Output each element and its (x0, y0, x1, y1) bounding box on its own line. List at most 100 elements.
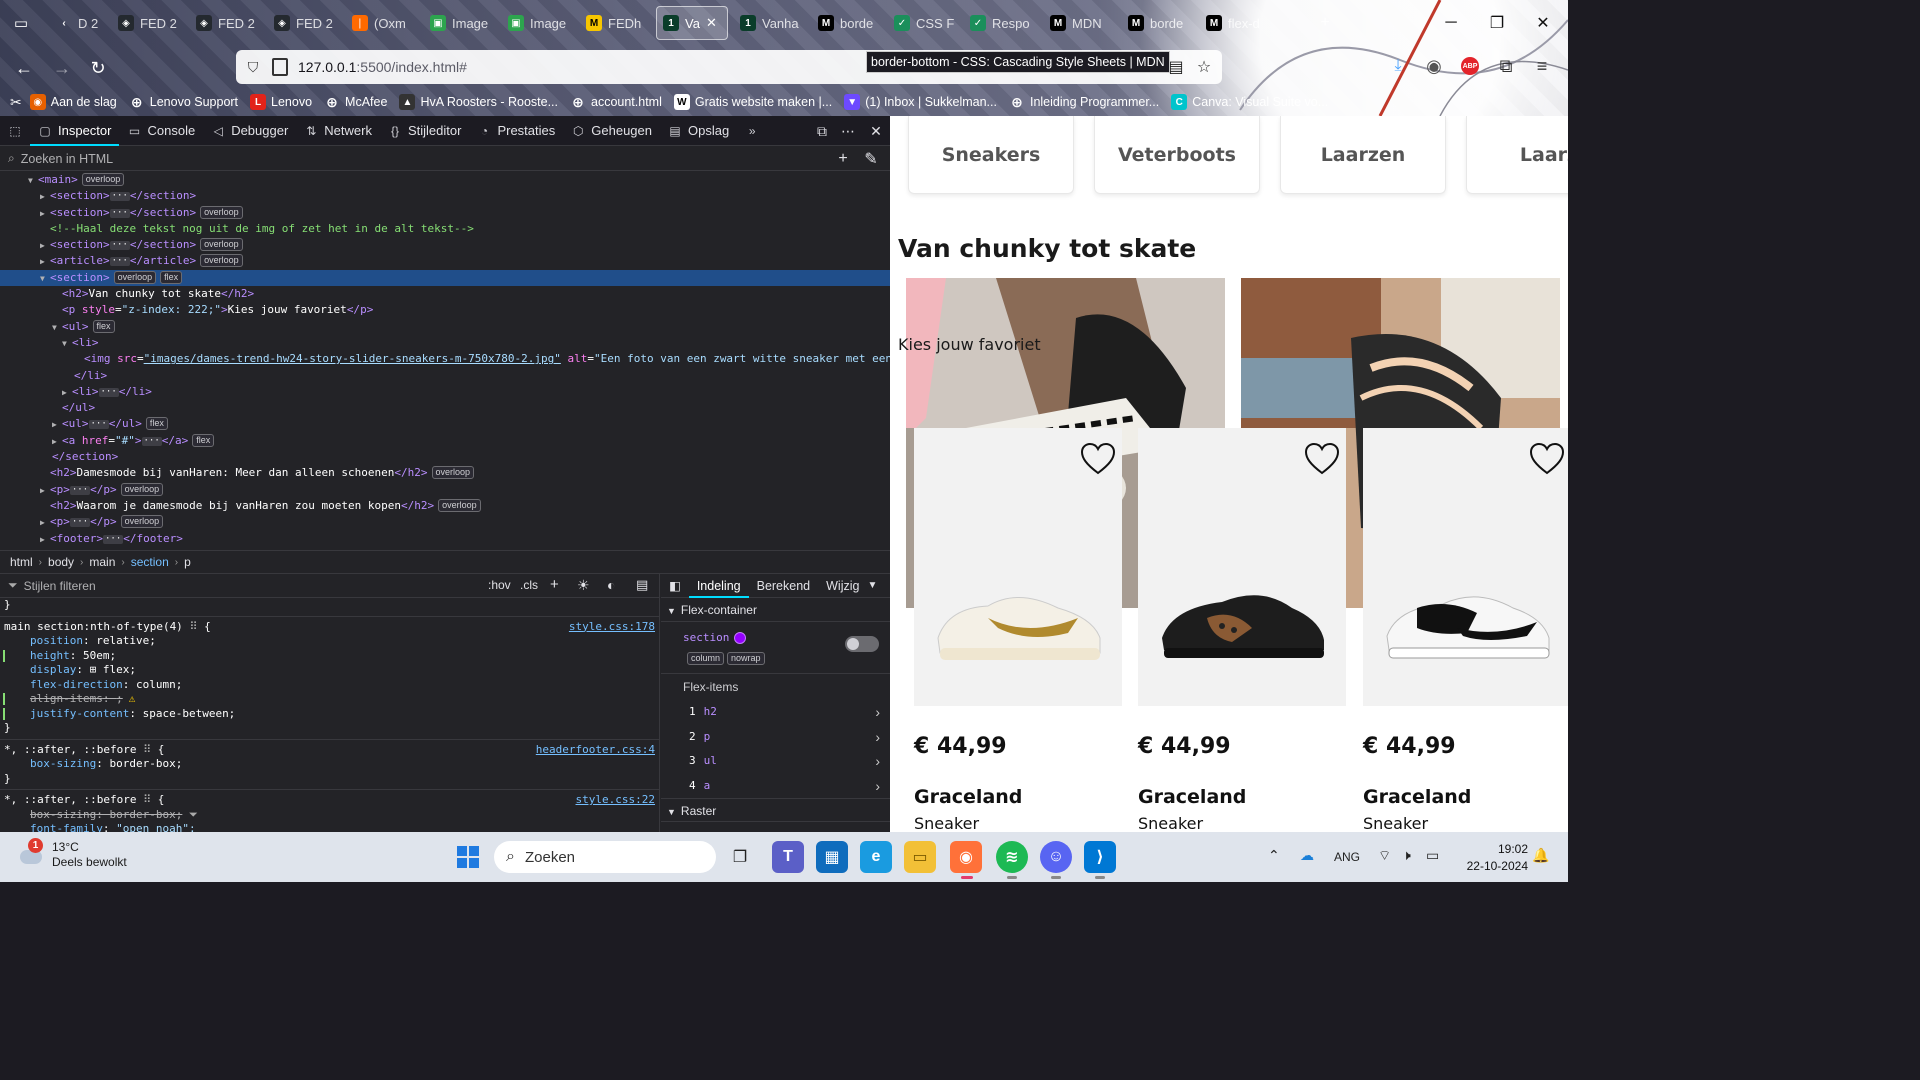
forward-icon[interactable]: → (48, 54, 76, 82)
edge-icon[interactable]: e (860, 841, 892, 873)
tracking-shield-icon[interactable]: ⛉ (244, 58, 262, 76)
overflow-badge[interactable]: overloop (200, 205, 243, 219)
dom-node-li[interactable]: ▶ <li> ··· </li> (0, 384, 890, 400)
spotify-icon[interactable]: ≋ (996, 841, 1028, 873)
grid-highlight-icon[interactable]: ⠿ (143, 743, 151, 756)
vscode-icon[interactable]: ⟩ (1084, 841, 1116, 873)
flex-badge[interactable]: flex (160, 270, 183, 284)
dom-node-img[interactable]: <img src="images/dames-trend-hw24-story-… (0, 351, 890, 367)
category-tile[interactable]: Laarz (1466, 116, 1568, 194)
css-declaration[interactable]: justify-content: space-between; (0, 707, 659, 722)
overflow-badge[interactable]: overloop (120, 515, 164, 529)
url-text[interactable]: 127.0.0.1:5500/index.html# (298, 59, 467, 75)
category-tile[interactable]: Veterboots (1094, 116, 1260, 194)
bookmark-item[interactable]: L Lenovo (250, 94, 312, 110)
dom-node-ul[interactable]: ▼ <ul> flex (0, 319, 890, 335)
more-tabs-icon[interactable]: » (737, 116, 767, 146)
close-tab-icon[interactable]: ✕ (706, 15, 717, 31)
bookmark-item[interactable]: ⊕ Lenovo Support (129, 94, 238, 110)
product-name[interactable]: Graceland (914, 786, 1022, 808)
dom-node-section-close[interactable]: </section> (0, 449, 890, 465)
dom-node-article[interactable]: ▶ <article> ··· </article> overloop (0, 253, 890, 269)
bookmark-item[interactable]: ⊕ Inleiding Programmer... (1009, 94, 1159, 110)
breadcrumb-item[interactable]: html (10, 555, 33, 569)
browser-tab[interactable]: ▣ Image (502, 6, 576, 40)
dom-node-section-selected[interactable]: ▼ <section> overloop flex (0, 269, 890, 287)
css-declaration[interactable]: position: relative; (0, 634, 659, 649)
browser-tab[interactable]: Mborde (812, 6, 886, 40)
task-view-icon[interactable]: ❐ (724, 841, 756, 873)
extensions-icon[interactable]: ⧉ (1492, 52, 1520, 80)
overflow-badge[interactable]: overloop (200, 254, 243, 268)
browser-tab[interactable]: ❘ (Oxm (346, 6, 420, 40)
category-tile[interactable]: Laarzen (1280, 116, 1446, 194)
add-rule-icon[interactable]: + (550, 576, 559, 593)
css-declaration[interactable]: font-family: "open noah"; (0, 822, 659, 832)
dock-icon[interactable]: ⧉ (812, 122, 832, 140)
grid-highlight-icon[interactable]: ⠿ (189, 620, 197, 633)
notification-bell-icon[interactable]: 🔔 (1532, 847, 1549, 864)
flex-item-row[interactable]: 3 ul › (661, 749, 890, 774)
css-declaration[interactable]: display: ⊞ flex; (0, 663, 659, 678)
category-tile[interactable]: Sneakers (908, 116, 1074, 194)
browser-tab[interactable]: M FEDh (580, 6, 654, 40)
volume-icon[interactable]: 🕨 (1402, 847, 1411, 864)
flex-container-heading[interactable]: ▼ Flex-container (661, 598, 890, 622)
battery-icon[interactable]: ▭ (1426, 847, 1439, 864)
flex-overlay-toggle[interactable] (845, 636, 879, 652)
product-card[interactable] (1363, 428, 1568, 706)
breadcrumb-item[interactable]: section (131, 555, 169, 569)
bookmark-star-icon[interactable]: ☆ (1194, 57, 1214, 77)
rule-source-link[interactable]: headerfooter.css:4 (536, 743, 655, 758)
browser-tab[interactable]: ◈ FED 2 (112, 6, 186, 40)
highlight-color-swatch[interactable] (734, 632, 746, 644)
layout-tab[interactable]: Wijzig (818, 574, 867, 598)
print-media-icon[interactable]: ▤ (636, 577, 648, 593)
restore-icon[interactable]: ❐ (1482, 10, 1512, 36)
discord-icon[interactable]: ☺ (1040, 841, 1072, 873)
browser-tab[interactable]: ▣ Image (424, 6, 498, 40)
css-declaration[interactable]: height: 50em; (0, 649, 659, 664)
product-name[interactable]: Graceland (1138, 786, 1246, 808)
browser-tab[interactable]: M MDN (1044, 6, 1118, 40)
close-devtools-icon[interactable]: ✕ (866, 122, 886, 140)
heart-icon[interactable] (1529, 442, 1565, 476)
dom-node-li[interactable]: ▼ <li> (0, 335, 890, 351)
devtools-tab-debugger[interactable]: ◁ Debugger (203, 116, 296, 146)
flex-toggle-icon[interactable]: ⊞ (90, 663, 103, 676)
css-declaration-overridden[interactable]: box-sizing: border-box; ⏷ (0, 808, 659, 823)
product-name[interactable]: Graceland (1363, 786, 1471, 808)
layout-tab[interactable]: Indeling (689, 574, 749, 598)
dom-node-section[interactable]: ▶ <section> ··· </section> (0, 188, 890, 204)
dom-node-p[interactable]: ▶ <p> ··· </p> overloop (0, 514, 890, 530)
browser-tab[interactable]: Mborde (1122, 6, 1196, 40)
chevron-up-icon[interactable]: ⌃ (1268, 847, 1280, 864)
store-icon[interactable]: ▦ (816, 841, 848, 873)
dom-node-a[interactable]: ▶ <a href="#"> ··· </a> flex (0, 433, 890, 449)
devtools-options-icon[interactable]: ⋯ (838, 122, 858, 140)
flex-badge[interactable]: flex (145, 417, 168, 431)
product-card[interactable] (1138, 428, 1346, 706)
dom-node-h2[interactable]: <h2>Waarom je damesmode bij vanHaren zou… (0, 498, 890, 514)
account-icon[interactable]: ◉ (1420, 52, 1448, 80)
dom-node-main[interactable]: ▼ <main> overloop (0, 172, 890, 188)
heart-icon[interactable] (1080, 442, 1116, 476)
dom-node-comment[interactable]: <!--Haal deze tekst nog uit de img of ze… (0, 221, 890, 237)
breadcrumb-item[interactable]: main (89, 555, 115, 569)
firefox-icon[interactable]: ◉ (950, 841, 982, 873)
file-explorer-icon[interactable]: ▭ (904, 841, 936, 873)
dark-mode-icon[interactable]: ◐ (607, 577, 615, 593)
back-icon[interactable]: ← (10, 54, 38, 82)
bookmark-item[interactable]: ▲ HvA Roosters - Rooste... (399, 94, 558, 110)
bookmark-item[interactable]: ◉ Aan de slag (29, 94, 117, 110)
devtools-tab-stijleditor[interactable]: {} Stijleditor (380, 116, 469, 146)
overflow-badge[interactable]: overloop (120, 482, 164, 496)
eyedropper-icon[interactable]: ✎ (862, 150, 880, 168)
chevron-down-icon[interactable]: ▼ (867, 580, 877, 591)
html-search-input[interactable] (20, 151, 721, 166)
css-declaration[interactable]: box-sizing: border-box; (0, 757, 659, 772)
rule-source-link[interactable]: style.css:22 (576, 793, 655, 808)
devtools-tab-geheugen[interactable]: ⬡ Geheugen (563, 116, 660, 146)
clock[interactable]: 19:02 22-10-2024 (1467, 841, 1528, 875)
dom-node-h2[interactable]: <h2>Damesmode bij vanHaren: Meer dan all… (0, 465, 890, 481)
